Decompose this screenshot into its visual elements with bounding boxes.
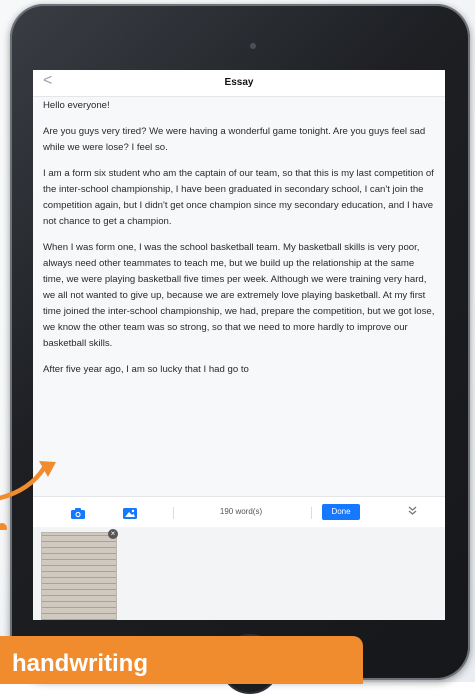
essay-paragraph: After five year ago, I am so lucky that … — [43, 364, 249, 375]
editor-toolbar: 190 word(s) Done — [33, 496, 445, 527]
nav-bar: < Essay — [33, 70, 445, 97]
word-count: 190 word(s) — [219, 507, 263, 516]
essay-paragraph: I am a form six student who am the capta… — [43, 168, 434, 227]
camera-icon[interactable] — [71, 506, 85, 524]
page-title: Essay — [224, 77, 254, 88]
tablet-screen: < Essay Hello everyone! Are you guys ver… — [33, 70, 445, 620]
close-icon[interactable]: × — [108, 529, 118, 539]
toolbar-divider — [173, 507, 174, 519]
handwriting-callout: handwriting — [0, 636, 363, 684]
attachment-area: × — [33, 527, 445, 620]
front-camera — [250, 43, 256, 49]
essay-paragraph: Hello everyone! — [43, 100, 110, 111]
double-chevron-down-icon[interactable] — [408, 506, 417, 518]
essay-paragraph: Are you guys very tired? We were having … — [43, 126, 426, 153]
callout-label: handwriting — [12, 650, 148, 677]
toolbar-divider — [311, 507, 312, 519]
essay-paragraph: When I was form one, I was the school ba… — [43, 242, 435, 349]
essay-text-area[interactable]: Hello everyone! Are you guys very tired?… — [43, 98, 435, 388]
image-icon[interactable] — [123, 506, 137, 524]
handwriting-thumbnail[interactable] — [41, 532, 117, 620]
arrow-icon — [0, 461, 56, 530]
done-button[interactable]: Done — [322, 504, 360, 520]
